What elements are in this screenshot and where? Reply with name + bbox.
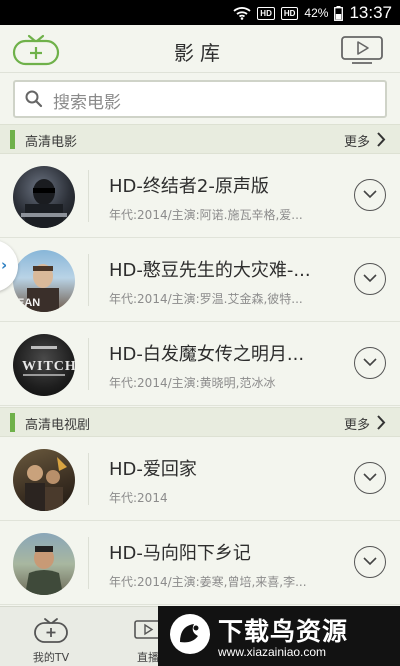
svg-text:WITCH: WITCH	[22, 359, 75, 374]
tab-my-tv[interactable]: 我的TV	[16, 607, 86, 666]
chevron-down-icon	[363, 473, 377, 482]
section-accent-bar	[10, 130, 15, 149]
item-meta: 年代:2014/主演:阿诺.施瓦辛格,爱...	[109, 208, 303, 222]
item-divider	[88, 338, 89, 390]
chevron-down-icon	[363, 557, 377, 566]
chevron-right-icon: ›	[1, 256, 8, 274]
section-title: 高清电视剧	[25, 418, 91, 433]
sim1-signal-icon: HD	[257, 6, 275, 20]
item-meta: 年代:2014	[109, 491, 168, 505]
item-title: HD-终结者2-原声版	[109, 176, 269, 197]
status-bar: HD HD 42% 13:37	[0, 0, 400, 25]
item-divider	[88, 254, 89, 306]
tab-label: 我的TV	[32, 651, 70, 664]
item-divider	[88, 170, 89, 222]
list-item[interactable]: HD-爱回家 年代:2014	[0, 437, 400, 521]
watermark-title: 下载鸟资源	[218, 617, 349, 646]
play-screen-icon[interactable]	[340, 35, 384, 69]
more-link[interactable]: 更多	[344, 414, 370, 433]
item-divider	[88, 537, 89, 589]
battery-percent: 42%	[304, 6, 329, 20]
list-item[interactable]: WITCH HD-白发魔女传之明月... 年代:2014/主演:黄晓明,范冰冰	[0, 322, 400, 406]
app-header: 影库	[0, 25, 400, 73]
search-icon	[25, 90, 43, 108]
watermark-banner: 下载鸟资源 www.xiazainiao.com	[158, 606, 400, 666]
chevron-down-icon	[363, 358, 377, 367]
list-item[interactable]: HD-终结者2-原声版 年代:2014/主演:阿诺.施瓦辛格,爱...	[0, 154, 400, 238]
list-item[interactable]: HD-马向阳下乡记 年代:2014/主演:姜寒,曾培,来喜,李...	[0, 521, 400, 605]
svg-text:EAN: EAN	[17, 297, 40, 309]
wifi-icon	[233, 7, 251, 20]
poster-thumbnail: WITCH	[13, 334, 75, 396]
item-meta: 年代:2014/主演:姜寒,曾培,来喜,李...	[109, 575, 307, 589]
expand-button[interactable]	[354, 462, 386, 494]
expand-button[interactable]	[354, 179, 386, 211]
expand-button[interactable]	[354, 546, 386, 578]
poster-thumbnail: EAN	[13, 250, 75, 312]
poster-thumbnail	[13, 449, 75, 511]
item-meta: 年代:2014/主演:罗温.艾金森,彼特...	[109, 292, 303, 306]
expand-button[interactable]	[354, 263, 386, 295]
section-accent-bar	[10, 413, 15, 432]
item-title: HD-白发魔女传之明月...	[109, 344, 305, 365]
status-icons: HD HD 42% 13:37	[233, 3, 392, 23]
section-title: 高清电影	[25, 135, 78, 150]
watermark-url: www.xiazainiao.com	[218, 645, 327, 659]
chevron-down-icon	[363, 190, 377, 199]
item-title: HD-爱回家	[109, 459, 197, 480]
search-placeholder: 搜索电影	[53, 93, 121, 113]
sim2-signal-icon: HD	[280, 6, 299, 20]
watermark-logo	[170, 614, 210, 654]
chevron-down-icon	[363, 274, 377, 283]
more-link[interactable]: 更多	[344, 131, 370, 150]
poster-thumbnail	[13, 533, 75, 595]
chevron-right-icon[interactable]	[376, 131, 386, 148]
battery-icon	[334, 5, 344, 21]
item-divider	[88, 453, 89, 505]
tv-add-icon	[34, 618, 68, 643]
expand-button[interactable]	[354, 347, 386, 379]
item-title: HD-马向阳下乡记	[109, 543, 251, 564]
list-item[interactable]: EAN HD-憨豆先生的大灾难-... 年代:2014/主演:罗温.艾金森,彼特…	[0, 238, 400, 322]
item-meta: 年代:2014/主演:黄晓明,范冰冰	[109, 376, 276, 390]
poster-thumbnail	[13, 166, 75, 228]
search-input[interactable]: 搜索电影	[13, 80, 387, 118]
chevron-right-icon[interactable]	[376, 414, 386, 431]
section-header-tv-series: 高清电视剧 更多	[0, 407, 400, 437]
clock: 13:37	[349, 3, 392, 22]
section-header-movies: 高清电影 更多	[0, 124, 400, 154]
item-title: HD-憨豆先生的大灾难-...	[109, 260, 311, 281]
